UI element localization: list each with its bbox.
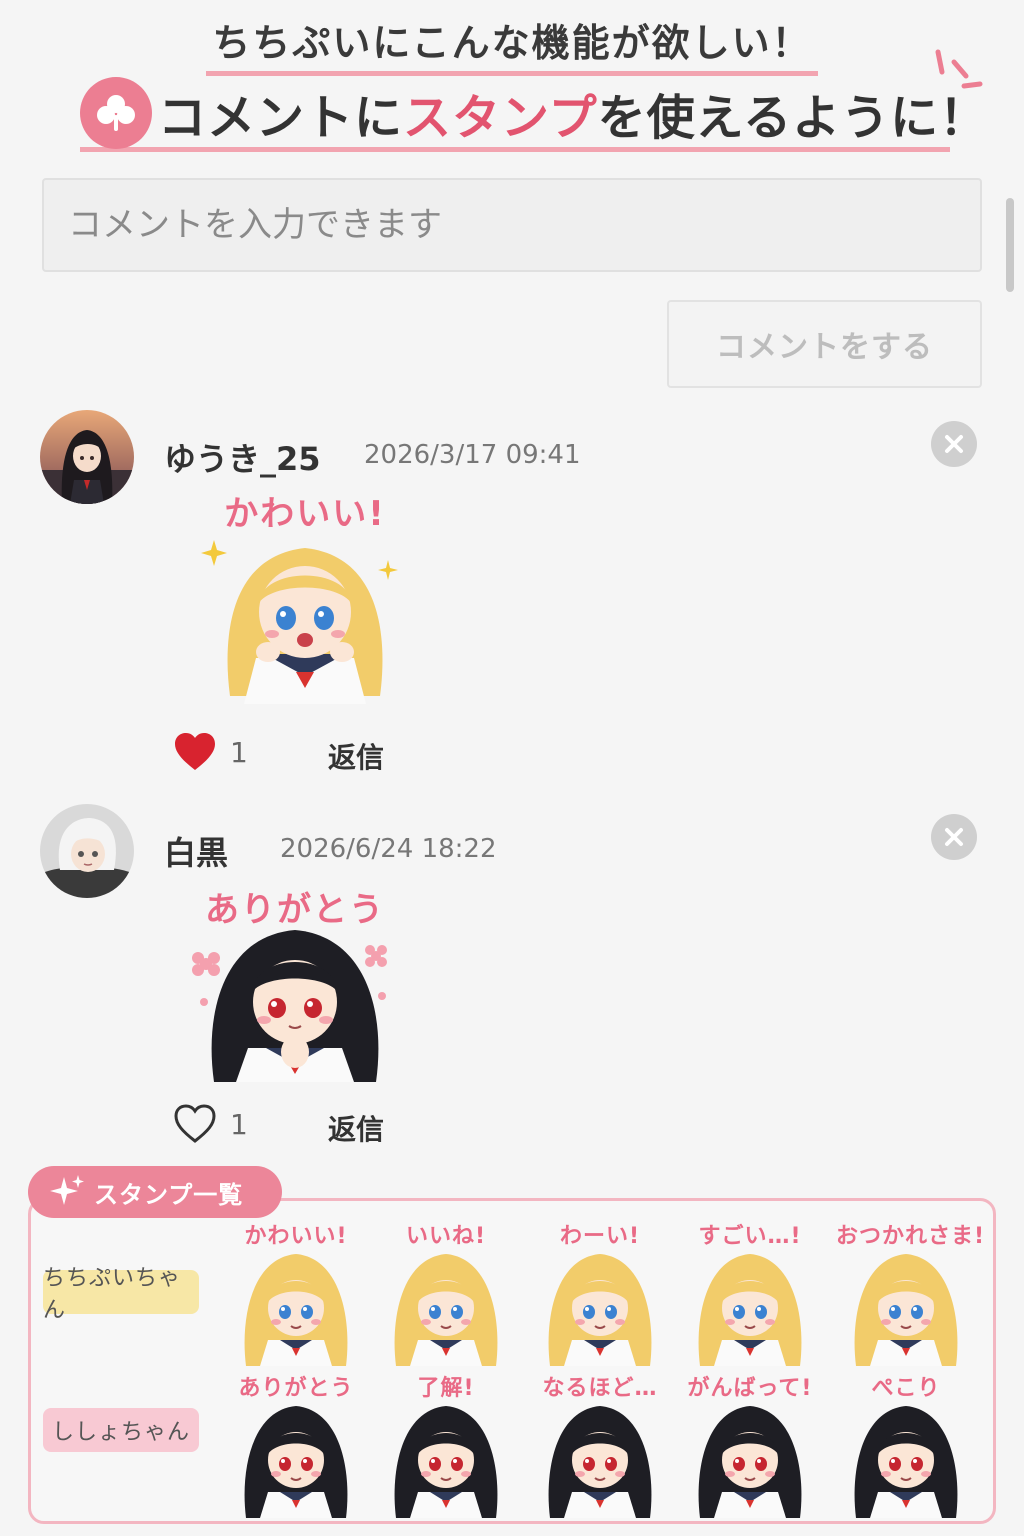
- black-hair-girl-stamp-icon: [394, 1406, 498, 1518]
- comment-username[interactable]: ゆうき_25: [164, 434, 321, 480]
- black-hair-girl-stamp-icon: [854, 1406, 958, 1518]
- stamp-option[interactable]: すごい…!: [680, 1218, 820, 1368]
- stamp-option[interactable]: ぺこり: [836, 1370, 976, 1520]
- like-count: 1: [230, 1108, 248, 1141]
- comment-timestamp: 2026/6/24 18:22: [280, 834, 497, 864]
- black-hair-girl-stamp-icon: [244, 1406, 348, 1518]
- stamp-option[interactable]: かわいい!: [226, 1218, 366, 1368]
- stamp-option-label: がんばって!: [687, 1376, 813, 1401]
- sparkle-icon: [50, 1175, 84, 1205]
- stamp-option[interactable]: ありがとう: [226, 1370, 366, 1520]
- close-icon: [945, 828, 963, 846]
- comment-timestamp: 2026/3/17 09:41: [364, 440, 581, 470]
- stamp-image: かわいい!: [200, 486, 410, 704]
- scrollbar[interactable]: [1006, 198, 1014, 292]
- avatar[interactable]: [40, 410, 134, 504]
- stamp-option-label: わーい!: [559, 1224, 641, 1249]
- header-title-line2: コメントにスタンプを使えるように！: [80, 76, 987, 152]
- stamp-option-label: すごい…!: [698, 1224, 802, 1249]
- blonde-girl-stamp-icon: [548, 1254, 652, 1366]
- header-line2-text: コメントにスタンプを使えるように！: [158, 89, 989, 146]
- stamp-option-label: なるほど…: [542, 1376, 658, 1401]
- stamp-option-label: おつかれさま!: [836, 1224, 986, 1249]
- comment-input[interactable]: [42, 178, 982, 272]
- blonde-girl-stamp-icon: [244, 1254, 348, 1366]
- black-hair-girl-stamp-icon: [698, 1406, 802, 1518]
- header-title-line1: ちちぷいにこんな機能が欲しい！: [0, 12, 1024, 76]
- submit-comment-button[interactable]: コメントをする: [667, 300, 982, 388]
- heart-filled-icon: [175, 733, 215, 770]
- emphasis-lines-icon: [935, 49, 983, 89]
- like-count: 1: [230, 736, 248, 769]
- heart-outline-icon: [174, 1104, 216, 1143]
- stamp-option[interactable]: いいね!: [376, 1218, 516, 1368]
- blonde-girl-stamp-icon: [854, 1254, 958, 1366]
- black-hair-girl-stamp-icon: [192, 930, 387, 1082]
- stamp-list-tab: スタンプ一覧: [28, 1166, 282, 1218]
- delete-comment-button[interactable]: [931, 814, 977, 860]
- stamp-option[interactable]: わーい!: [530, 1218, 670, 1368]
- reply-button[interactable]: 返信: [328, 736, 384, 776]
- blonde-girl-stamp-icon: [698, 1254, 802, 1366]
- stamp-option-label: いいね!: [405, 1224, 487, 1249]
- stamp-option-label: ぺこり: [871, 1376, 941, 1401]
- stamp-option-label: ありがとう: [238, 1376, 354, 1401]
- like-button[interactable]: [174, 1104, 216, 1148]
- blonde-girl-stamp-icon: [201, 540, 398, 704]
- character-label-shisho[interactable]: ししょちゃん: [43, 1408, 199, 1452]
- like-button[interactable]: [174, 732, 216, 776]
- stamp-option[interactable]: おつかれさま!: [836, 1218, 986, 1368]
- stamp-list-title: スタンプ一覧: [94, 1180, 244, 1209]
- blonde-girl-stamp-icon: [394, 1254, 498, 1366]
- stamp-option-label: 了解!: [417, 1376, 475, 1401]
- stamp-image: ありがとう: [190, 882, 400, 1082]
- header-line1-text: ちちぷいにこんな機能が欲しい！: [206, 12, 818, 76]
- reply-button[interactable]: 返信: [328, 1108, 384, 1148]
- black-hair-girl-stamp-icon: [548, 1406, 652, 1518]
- comment-username[interactable]: 白黒: [164, 828, 228, 874]
- avatar[interactable]: [40, 804, 134, 898]
- character-label-chichipui[interactable]: ちちぷいちゃん: [43, 1266, 199, 1323]
- clover-icon: [80, 76, 152, 149]
- stamp-option[interactable]: がんばって!: [680, 1370, 820, 1520]
- stamp-option-label: かわいい!: [244, 1224, 348, 1249]
- close-icon: [945, 435, 963, 453]
- stamp-option[interactable]: なるほど…: [530, 1370, 670, 1520]
- delete-comment-button[interactable]: [931, 421, 977, 467]
- stamp-option[interactable]: 了解!: [376, 1370, 516, 1520]
